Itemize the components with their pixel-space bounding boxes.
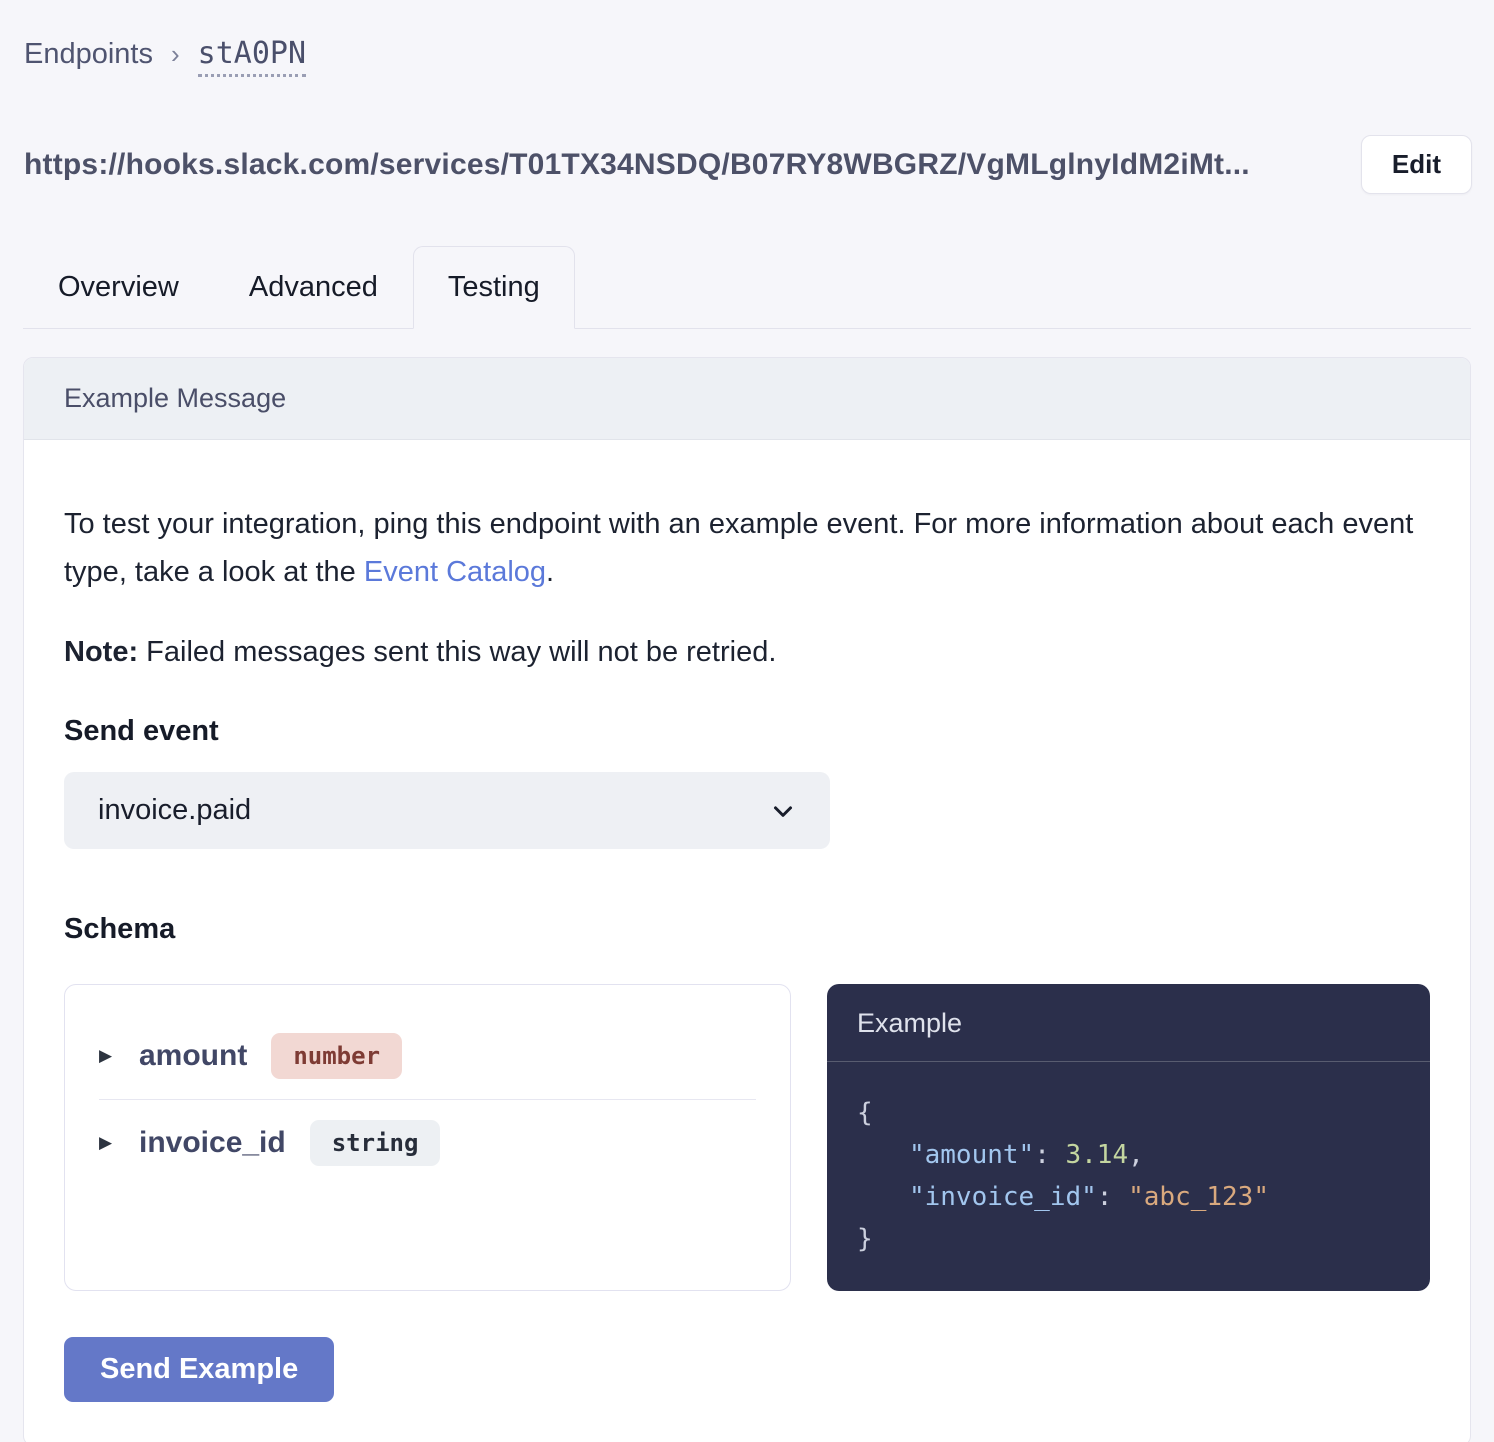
example-message-card: Example Message To test your integration… (23, 357, 1471, 1442)
intro-text-after: . (546, 556, 554, 588)
endpoint-url: https://hooks.slack.com/services/T01TX34… (24, 148, 1250, 182)
breadcrumb-endpoints-link[interactable]: Endpoints (24, 38, 153, 71)
field-name: amount (139, 1039, 247, 1073)
intro-text: To test your integration, ping this endp… (64, 500, 1430, 596)
endpoint-url-row: https://hooks.slack.com/services/T01TX34… (0, 135, 1494, 194)
endpoint-testing-page: Endpoints › stA0PN https://hooks.slack.c… (0, 0, 1494, 1442)
schema-label: Schema (64, 913, 1430, 946)
json-line: "amount": 3.14, (857, 1140, 1144, 1170)
send-example-button[interactable]: Send Example (64, 1337, 334, 1402)
note-label: Note: (64, 636, 138, 668)
schema-box: ▶ amount number ▶ invoice_id string (64, 984, 791, 1291)
event-select[interactable]: invoice.paid (64, 772, 830, 849)
note-body: Failed messages sent this way will not b… (138, 636, 776, 668)
json-open-brace: { (857, 1098, 873, 1128)
schema-field-invoice-id[interactable]: ▶ invoice_id string (99, 1099, 756, 1185)
chevron-down-icon (768, 796, 798, 826)
event-select-value: invoice.paid (98, 794, 251, 827)
send-event-label: Send event (64, 715, 1430, 748)
example-panel-title: Example (827, 984, 1430, 1062)
note-text: Note: Failed messages sent this way will… (64, 636, 1430, 669)
tab-bar: Overview Advanced Testing (23, 246, 1471, 329)
schema-field-amount[interactable]: ▶ amount number (99, 1013, 756, 1099)
tab-overview[interactable]: Overview (23, 246, 214, 328)
tab-advanced[interactable]: Advanced (214, 246, 413, 328)
tab-testing[interactable]: Testing (413, 246, 575, 329)
schema-section: ▶ amount number ▶ invoice_id string Exam… (64, 984, 1430, 1291)
field-name: invoice_id (139, 1126, 286, 1160)
json-line: "invoice_id": "abc_123" (857, 1182, 1269, 1212)
event-catalog-link[interactable]: Event Catalog (364, 556, 546, 588)
breadcrumb-separator-icon: › (171, 39, 180, 70)
expand-caret-icon[interactable]: ▶ (99, 1046, 115, 1066)
edit-button[interactable]: Edit (1361, 135, 1472, 194)
card-title: Example Message (24, 358, 1470, 440)
intro-text-before: To test your integration, ping this endp… (64, 508, 1413, 588)
card-body: To test your integration, ping this endp… (24, 500, 1470, 1442)
example-json-code: { "amount": 3.14, "invoice_id": "abc_123… (827, 1062, 1430, 1290)
field-type-badge: number (271, 1033, 402, 1079)
json-close-brace: } (857, 1224, 873, 1254)
breadcrumb-endpoint-id[interactable]: stA0PN (198, 36, 306, 77)
example-json-panel: Example { "amount": 3.14, "invoice_id": … (827, 984, 1430, 1291)
breadcrumb: Endpoints › stA0PN (0, 0, 1494, 77)
field-type-badge: string (310, 1120, 441, 1166)
expand-caret-icon[interactable]: ▶ (99, 1133, 115, 1153)
